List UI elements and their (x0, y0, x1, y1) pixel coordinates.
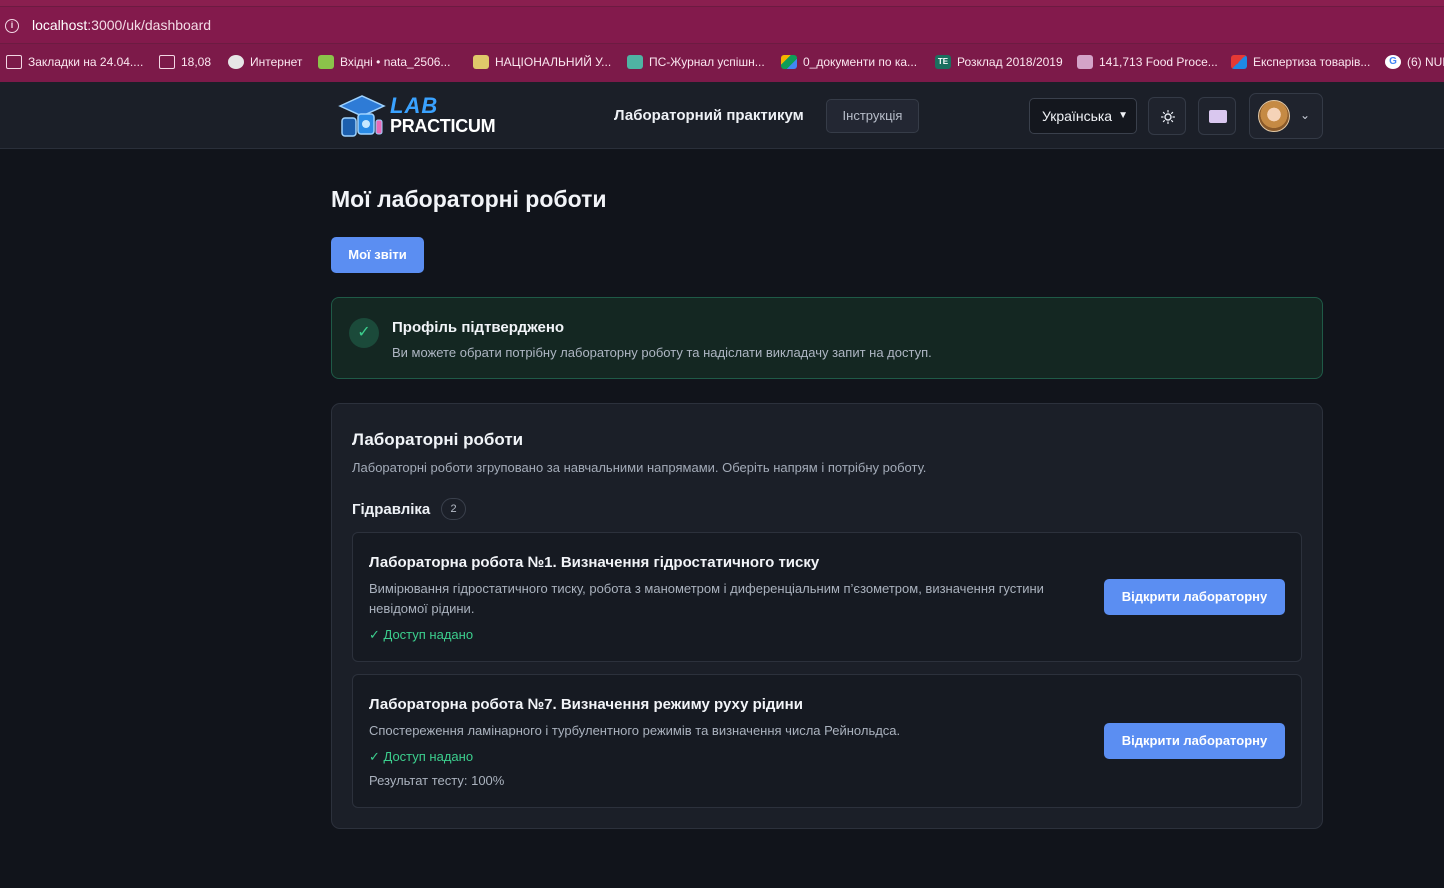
kite-icon (1231, 55, 1247, 69)
logo-graduation-icon (338, 95, 386, 137)
lab-card-title: Лабораторна робота №1. Визначення гідрос… (369, 554, 820, 571)
bookmark-item[interactable]: TE Розклад 2018/2019 (935, 55, 1063, 69)
bookmarks-bar: Закладки на 24.04.... 18,08 Интернет Вхі… (0, 44, 1444, 82)
lab-card-description: Спостереження ламінарного і турбулентног… (369, 723, 901, 738)
access-status: ✓ Доступ надано (369, 627, 474, 642)
globe-icon (228, 55, 244, 69)
labs-panel-subtitle: Лабораторні роботи згруповано за навчаль… (352, 460, 927, 475)
user-menu-button[interactable]: ⌄ (1249, 93, 1323, 139)
page-title: Мої лабораторні роботи (331, 186, 607, 212)
mail-icon (318, 55, 334, 69)
ps-icon (627, 55, 643, 69)
chevron-down-icon: ▼ (1118, 110, 1128, 121)
university-icon (473, 55, 489, 69)
bookmark-item[interactable]: G(6) NUF (1385, 55, 1444, 69)
lab-card: Лабораторна робота №7. Визначення режиму… (352, 674, 1302, 808)
te-icon: TE (935, 55, 951, 69)
bookmark-item[interactable]: Интернет (228, 55, 302, 69)
drive-icon (781, 55, 797, 69)
test-result: Результат тесту: 100% (369, 773, 505, 788)
browser-address-bar: i localhost:3000/uk/dashboard (0, 0, 1444, 44)
language-select[interactable]: Українська ▼ (1029, 98, 1137, 134)
group-count-badge: 2 (441, 498, 466, 520)
my-reports-button[interactable]: Мої звіти (331, 237, 424, 273)
bookmark-item[interactable]: 141,713 Food Proce... (1077, 55, 1218, 69)
url-field[interactable] (0, 7, 1444, 43)
access-status: ✓ Доступ надано (369, 749, 474, 764)
bookmark-item[interactable]: 0_документи по ка... (781, 55, 917, 69)
instruction-button[interactable]: Інструкція (826, 99, 919, 133)
crest-icon (1077, 55, 1093, 69)
url-text[interactable]: localhost:3000/uk/dashboard (32, 17, 211, 33)
folder-icon (6, 55, 22, 69)
bookmark-item[interactable]: ПС-Журнал успішн... (627, 55, 765, 69)
labs-panel-title: Лабораторні роботи (352, 430, 524, 449)
bookmark-item[interactable]: Експертиза товарів... (1231, 55, 1370, 69)
nav-title[interactable]: Лабораторний практикум (614, 107, 804, 124)
site-info-icon[interactable]: i (5, 19, 19, 33)
alert-title: Профіль підтверджено (392, 319, 565, 336)
group-name[interactable]: Гідравліка (352, 501, 430, 518)
bookmark-item[interactable]: Закладки на 24.04.... (6, 55, 143, 69)
lab-card: Лабораторна робота №1. Визначення гідрос… (352, 532, 1302, 662)
theme-toggle-button[interactable] (1148, 97, 1186, 135)
google-icon: G (1385, 55, 1401, 69)
bookmark-item[interactable]: Вхідні • nata_2506... (318, 55, 450, 69)
labs-panel: Лабораторні роботи Лабораторні роботи зг… (331, 403, 1323, 829)
open-lab-button[interactable]: Відкрити лабораторну (1104, 723, 1285, 759)
language-value: Українська (1042, 108, 1113, 124)
avatar (1258, 100, 1290, 132)
envelope-icon (1209, 110, 1227, 123)
messages-button[interactable] (1198, 97, 1236, 135)
alert-text: Ви можете обрати потрібну лабораторну ро… (392, 345, 932, 360)
open-lab-button[interactable]: Відкрити лабораторну (1104, 579, 1285, 615)
bookmark-item[interactable]: НАЦІОНАЛЬНИЙ У... (473, 55, 611, 69)
folder-icon (159, 55, 175, 69)
lab-card-title: Лабораторна робота №7. Визначення режиму… (369, 696, 803, 713)
logo[interactable]: LAB PRACTICUM (336, 92, 504, 138)
lab-card-description: Вимірювання гідростатичного тиску, робот… (369, 581, 1044, 616)
profile-confirmed-alert: ✓ Профіль підтверджено Ви можете обрати … (331, 297, 1323, 379)
check-icon: ✓ (349, 318, 379, 348)
chevron-down-icon: ⌄ (1300, 108, 1311, 122)
bookmark-item[interactable]: 18,08 (159, 55, 211, 69)
sun-icon (1161, 110, 1175, 124)
